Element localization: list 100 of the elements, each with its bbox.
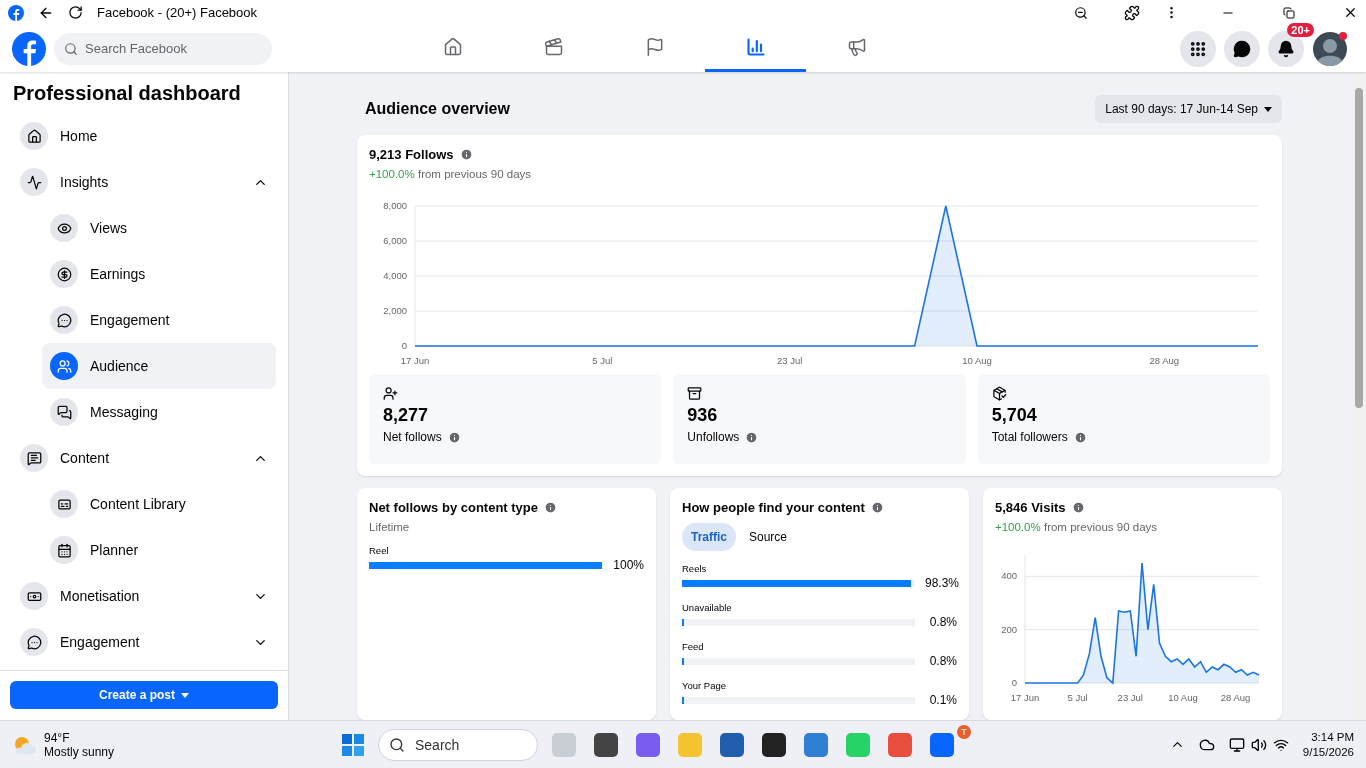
chat-bubble-icon xyxy=(50,306,78,334)
axis-label: 8,000 xyxy=(383,200,407,211)
extensions-icon[interactable] xyxy=(1124,4,1140,21)
video-icon xyxy=(543,37,564,57)
axis-label: 400 xyxy=(1001,570,1017,582)
app-icon[interactable] xyxy=(762,732,786,757)
create-post-button[interactable]: Create a post xyxy=(10,681,278,709)
sidebar-item[interactable]: Engagement xyxy=(42,297,276,343)
info-icon[interactable] xyxy=(1073,430,1087,444)
bar-label: Your Page xyxy=(682,680,728,691)
network-icon[interactable] xyxy=(1228,736,1245,753)
sidebar-item[interactable]: Planner xyxy=(42,527,276,573)
chat-bubble-icon xyxy=(1233,39,1251,58)
search-field[interactable]: Search Facebook xyxy=(54,32,272,65)
bag-icon[interactable] xyxy=(888,732,912,757)
scrollbar[interactable] xyxy=(1352,72,1366,720)
tab[interactable]: Source xyxy=(740,523,797,551)
stat-value: 8,277 xyxy=(383,405,430,426)
restore-icon[interactable] xyxy=(1283,6,1295,19)
bar-value: 0.8% xyxy=(928,615,957,629)
sidebar-item[interactable]: Insights xyxy=(12,159,276,205)
search-icon xyxy=(389,736,405,753)
bar-label: Reel xyxy=(369,545,390,556)
info-icon[interactable] xyxy=(745,430,759,444)
app-badge: T xyxy=(957,724,971,739)
axis-label: 2,000 xyxy=(383,305,407,316)
axis-label: 5 Jul xyxy=(1067,692,1088,703)
page-title: Audience overview xyxy=(365,100,510,118)
axis-label: 200 xyxy=(1001,623,1017,635)
axis-label: 0 xyxy=(1011,677,1017,688)
chat-bubbles-icon xyxy=(50,398,78,426)
stat-value: 5,704 xyxy=(991,405,1038,426)
home-icon xyxy=(442,37,463,57)
card-title: Net follows by content type xyxy=(369,500,538,515)
facebook-logo xyxy=(8,4,24,21)
bar-label: Unavailable xyxy=(682,602,733,613)
axis-label: 6,000 xyxy=(383,235,407,246)
clock-time: 3:14 PM xyxy=(1311,731,1354,743)
facebook-logo[interactable] xyxy=(12,31,46,66)
card-title: How people find your content xyxy=(682,500,865,515)
bar-value: 0.8% xyxy=(928,654,957,668)
info-icon[interactable] xyxy=(1071,501,1085,514)
tab[interactable]: Traffic xyxy=(682,523,736,551)
calendar-icon xyxy=(50,536,78,564)
axis-label: 4,000 xyxy=(383,270,407,281)
card-subtitle: Lifetime xyxy=(369,521,411,533)
banknote-icon xyxy=(20,582,48,610)
reload-icon[interactable] xyxy=(68,5,83,20)
sidebar-item[interactable]: Monetisation xyxy=(12,573,276,619)
info-icon[interactable] xyxy=(870,501,884,514)
megaphone-icon xyxy=(846,37,867,57)
menu-button[interactable] xyxy=(1180,30,1216,67)
info-icon[interactable] xyxy=(447,430,461,444)
change-text: +100.0% from previous 90 days xyxy=(369,168,533,180)
zoom-icon[interactable] xyxy=(1074,5,1088,20)
people-icon xyxy=(383,386,398,401)
sidebar-item[interactable]: Home xyxy=(12,113,276,159)
taskbar-search[interactable]: Search xyxy=(378,728,538,761)
axis-label: 0 xyxy=(401,340,407,351)
clock-date: 9/15/2026 xyxy=(1302,746,1354,758)
chat-bubble-icon xyxy=(20,628,48,656)
sidebar-item[interactable]: Views xyxy=(42,205,276,251)
stat-value: 936 xyxy=(687,405,719,426)
app-icon[interactable] xyxy=(594,732,618,757)
card-title: 9,213 Follows xyxy=(369,147,454,162)
bar-chart-icon xyxy=(745,37,766,57)
bar-label: Feed xyxy=(682,641,705,652)
sidebar-item[interactable]: Audience xyxy=(42,343,276,389)
axis-label: 17 Jun xyxy=(1010,692,1040,703)
sidebar-title: Professional dashboard xyxy=(13,82,242,105)
info-icon[interactable] xyxy=(459,148,473,161)
volume-icon[interactable] xyxy=(1250,736,1267,753)
sidebar-item[interactable]: Earnings xyxy=(42,251,276,297)
mail-icon[interactable] xyxy=(804,732,828,757)
date-range-dropdown[interactable]: Last 90 days: 17 Jun-14 Sep xyxy=(1095,95,1282,123)
info-icon[interactable] xyxy=(544,501,557,514)
avatar[interactable] xyxy=(1312,30,1348,67)
axis-label: 28 Aug xyxy=(1220,692,1251,703)
sidebar-item[interactable]: Messaging xyxy=(42,389,276,435)
window-title: Facebook - (20+) Facebook xyxy=(97,5,258,20)
search-icon xyxy=(64,41,78,56)
start-icon[interactable] xyxy=(342,733,364,756)
grid-icon xyxy=(1189,39,1207,58)
bar-value: 0.1% xyxy=(928,693,957,707)
caret-down-icon xyxy=(1264,106,1272,112)
sidebar-item[interactable]: Engagement xyxy=(12,619,276,665)
axis-label: 5 Jul xyxy=(592,355,613,366)
chat-text-icon xyxy=(20,444,48,472)
facebook-app-icon[interactable] xyxy=(930,732,954,757)
close-icon[interactable] xyxy=(1343,5,1358,20)
sidebar-item[interactable]: Content xyxy=(12,435,276,481)
bell-icon xyxy=(1277,39,1295,58)
axis-label: 10 Aug xyxy=(962,355,992,366)
axis-label: 28 Aug xyxy=(1149,355,1180,366)
store-icon[interactable] xyxy=(720,732,744,757)
people-icon xyxy=(50,352,78,380)
sidebar-item[interactable]: Content Library xyxy=(42,481,276,527)
temperature: 94°F xyxy=(44,730,71,745)
messenger-button[interactable] xyxy=(1224,30,1260,67)
box-x-icon xyxy=(687,386,703,401)
